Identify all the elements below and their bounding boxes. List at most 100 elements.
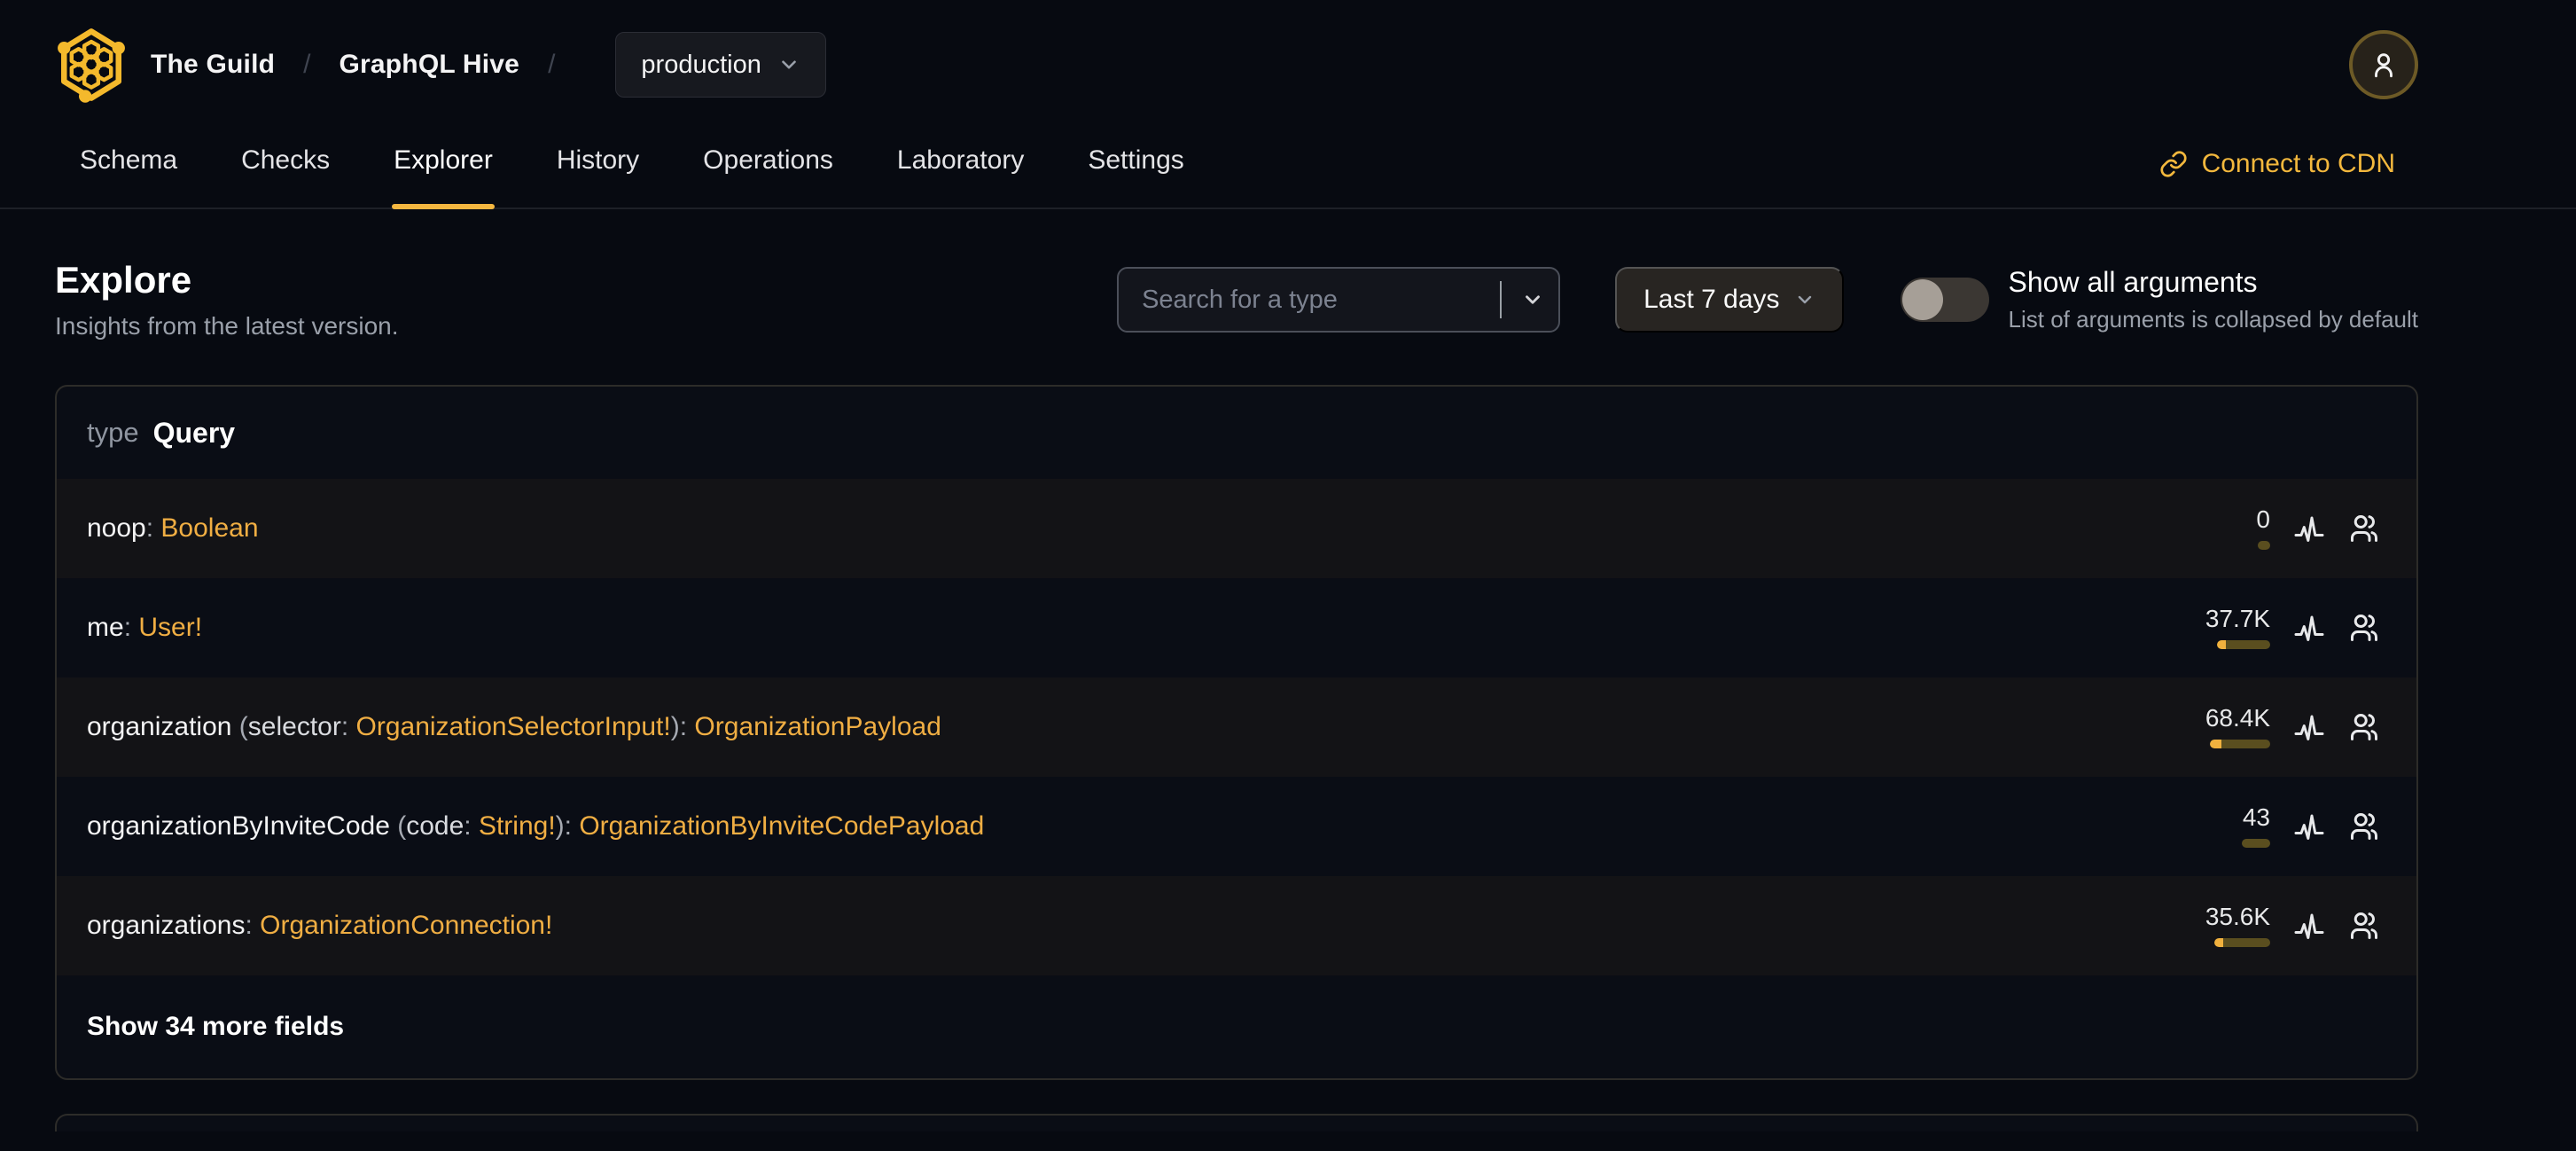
- usage-bar: [2258, 541, 2270, 550]
- field-metrics: 68.4K: [2128, 706, 2380, 748]
- tab-settings[interactable]: Settings: [1086, 122, 1185, 207]
- type-search-combobox[interactable]: [1117, 267, 1561, 333]
- field-usage: 0: [2128, 507, 2270, 550]
- field-name: organizationByInviteCode: [87, 811, 390, 841]
- toggle-text-block: Show all arguments List of arguments is …: [2009, 266, 2418, 333]
- argument-name: selector: [247, 712, 341, 741]
- field-name: organizations: [87, 911, 246, 940]
- field-row[interactable]: noop: Boolean 0: [57, 479, 2416, 578]
- search-divider: [1500, 281, 1503, 318]
- page-title-block: Explore Insights from the latest version…: [55, 259, 399, 341]
- period-select[interactable]: Last 7 days: [1615, 267, 1844, 333]
- signature-punctuation: :: [340, 712, 356, 741]
- tab-history[interactable]: History: [555, 122, 641, 207]
- argument-type: String!: [478, 811, 556, 841]
- field-signature: organizationByInviteCode (code: String!)…: [87, 811, 984, 842]
- page-head: Explore Insights from the latest version…: [55, 259, 2418, 341]
- top-bar: The Guild / GraphQL Hive / production: [0, 0, 2576, 117]
- type-search-input[interactable]: [1142, 285, 1494, 315]
- tab-explorer[interactable]: Explorer: [392, 122, 495, 209]
- users-icon[interactable]: [2348, 612, 2380, 644]
- chevron-down-icon: [1798, 295, 1811, 304]
- usage-bar: [2242, 839, 2270, 848]
- signature-punctuation: :: [564, 811, 580, 841]
- field-metrics: 0: [2128, 507, 2380, 550]
- users-icon[interactable]: [2348, 513, 2380, 544]
- type-card-header: type Query: [57, 387, 2416, 479]
- signature-punctuation: :: [123, 613, 139, 642]
- users-icon[interactable]: [2348, 711, 2380, 743]
- usage-bar: [2214, 938, 2270, 947]
- tab-laboratory[interactable]: Laboratory: [895, 122, 1026, 207]
- request-count: 37.7K: [2205, 605, 2270, 632]
- breadcrumb-org[interactable]: The Guild: [151, 50, 275, 80]
- explorer-page: Explore Insights from the latest version…: [0, 259, 2576, 1131]
- tab-checks[interactable]: Checks: [239, 122, 332, 207]
- hive-app: The Guild / GraphQL Hive / production Sc…: [0, 0, 2576, 1151]
- field-metrics: 37.7K: [2128, 607, 2380, 649]
- field-return-type: Boolean: [160, 513, 259, 543]
- field-metrics: 35.6K: [2128, 904, 2380, 947]
- field-row[interactable]: organizations: OrganizationConnection! 3…: [57, 876, 2416, 975]
- field-row[interactable]: organizationByInviteCode (code: String!)…: [57, 777, 2416, 876]
- activity-icon[interactable]: [2293, 711, 2325, 743]
- breadcrumb-project[interactable]: GraphQL Hive: [339, 50, 519, 80]
- target-selector-value: production: [641, 50, 761, 79]
- toggle-knob: [1901, 279, 1943, 320]
- user-icon: [2375, 53, 2393, 78]
- usage-bar: [2217, 640, 2270, 649]
- toggle-description: List of arguments is collapsed by defaul…: [2008, 306, 2418, 333]
- type-card-query: type Query noop: Boolean 0 me: User! 37.…: [55, 385, 2418, 1080]
- toggle-label: Show all arguments: [2008, 266, 2258, 298]
- field-metrics: 43: [2128, 805, 2380, 848]
- request-count: 68.4K: [2205, 704, 2270, 732]
- breadcrumb-separator: /: [548, 50, 556, 79]
- signature-punctuation: ): [670, 712, 680, 741]
- activity-icon[interactable]: [2293, 612, 2325, 644]
- users-icon[interactable]: [2348, 910, 2380, 942]
- type-name[interactable]: Query: [153, 417, 235, 450]
- request-count: 35.6K: [2205, 903, 2270, 930]
- signature-punctuation: :: [145, 513, 161, 543]
- next-type-card-partial: [55, 1114, 2418, 1131]
- type-kind-label: type: [87, 417, 139, 448]
- field-name: noop: [87, 513, 146, 543]
- field-usage: 37.7K: [2128, 607, 2270, 649]
- activity-icon[interactable]: [2293, 513, 2325, 544]
- signature-punctuation: ): [555, 811, 565, 841]
- field-row[interactable]: me: User! 37.7K: [57, 578, 2416, 677]
- activity-icon[interactable]: [2293, 810, 2325, 842]
- field-row[interactable]: organization (selector: OrganizationSele…: [57, 677, 2416, 777]
- signature-punctuation: :: [245, 911, 261, 940]
- usage-bar-fill: [2210, 740, 2221, 748]
- show-more-fields-button[interactable]: Show 34 more fields: [57, 975, 2416, 1078]
- tab-operations[interactable]: Operations: [701, 122, 835, 207]
- chevron-down-icon[interactable]: [1521, 288, 1544, 311]
- field-usage: 68.4K: [2128, 706, 2270, 748]
- users-icon[interactable]: [2348, 810, 2380, 842]
- field-usage: 35.6K: [2128, 904, 2270, 947]
- usage-bar-fill: [2214, 938, 2223, 947]
- tab-bar: Schema Checks Explorer History Operation…: [0, 122, 2576, 209]
- connect-to-cdn-label: Connect to CDN: [2201, 149, 2395, 178]
- argument-name: code: [406, 811, 464, 841]
- chevron-down-icon: [782, 60, 796, 69]
- user-avatar-button[interactable]: [2349, 30, 2418, 99]
- field-signature: noop: Boolean: [87, 513, 259, 544]
- signature-punctuation: (: [389, 811, 407, 841]
- page-subtitle: Insights from the latest version.: [55, 312, 399, 340]
- field-return-type: OrganizationPayload: [694, 712, 941, 741]
- activity-icon[interactable]: [2293, 910, 2325, 942]
- period-select-value: Last 7 days: [1643, 285, 1780, 314]
- field-usage: 43: [2128, 805, 2270, 848]
- tab-schema[interactable]: Schema: [78, 122, 179, 207]
- breadcrumb-separator: /: [303, 50, 311, 79]
- target-selector[interactable]: production: [615, 32, 826, 98]
- argument-type: OrganizationSelectorInput!: [355, 712, 671, 741]
- connect-to-cdn-link[interactable]: Connect to CDN: [2159, 149, 2395, 207]
- field-signature: me: User!: [87, 613, 202, 643]
- field-signature: organizations: OrganizationConnection!: [87, 911, 552, 941]
- show-all-arguments-toggle[interactable]: [1900, 278, 1989, 322]
- fields-list: noop: Boolean 0 me: User! 37.7K organiza…: [57, 479, 2416, 975]
- usage-bar: [2210, 740, 2270, 748]
